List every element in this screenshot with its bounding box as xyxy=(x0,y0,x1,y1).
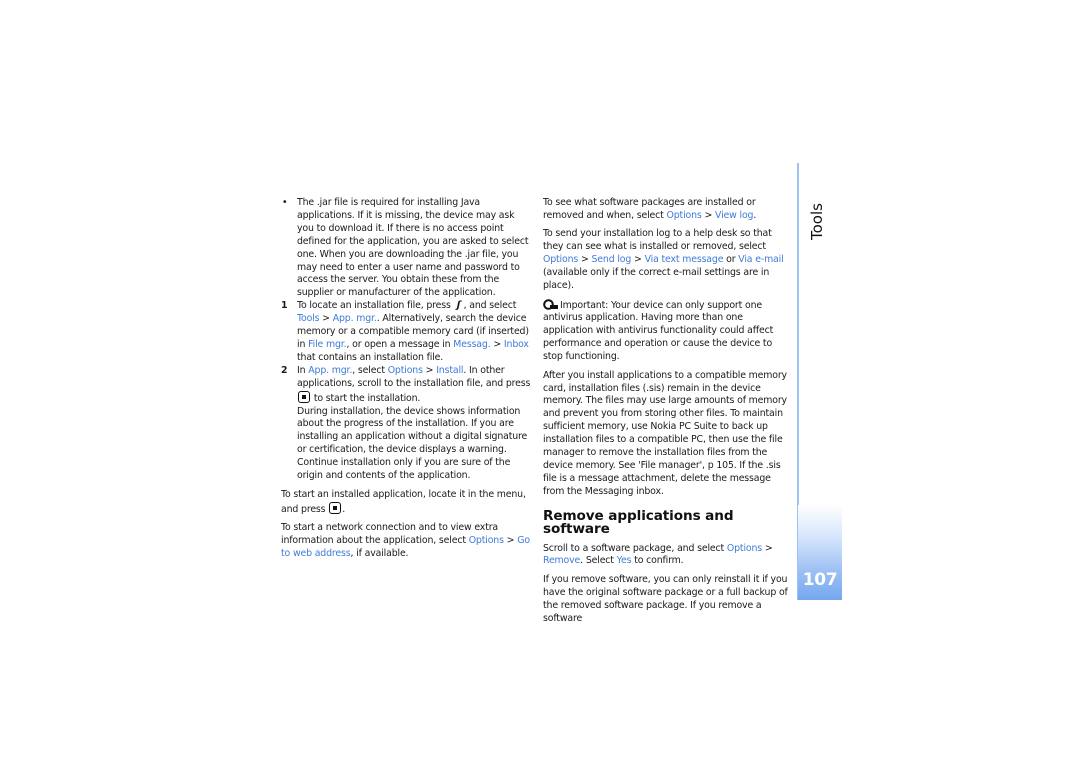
left-column: • The .jar file is required for installi… xyxy=(281,197,531,567)
link-view-log[interactable]: View log xyxy=(715,210,753,221)
scroll-key-icon xyxy=(329,501,342,514)
installation-note: During installation, the device shows in… xyxy=(297,405,528,482)
link-options[interactable]: Options xyxy=(388,365,423,376)
jar-file-note: The .jar file is required for installing… xyxy=(297,197,529,299)
para-memory: After you install applications to a comp… xyxy=(543,369,787,497)
section-heading: Remove applications and software xyxy=(543,507,734,537)
link-tools[interactable]: Tools xyxy=(297,313,319,324)
link-send-log[interactable]: Send log xyxy=(592,254,632,265)
link-options[interactable]: Options xyxy=(469,535,504,546)
instruction-list: • The .jar file is required for installi… xyxy=(281,197,531,483)
step-number: 1 xyxy=(281,300,288,312)
para-remove: Scroll to a software package, and select… xyxy=(543,542,773,567)
link-messag[interactable]: Messag. xyxy=(453,339,490,350)
link-options[interactable]: Options xyxy=(543,254,578,265)
link-app-mgr[interactable]: App. mgr. xyxy=(308,365,352,376)
bullet-icon: • xyxy=(282,197,288,208)
para-send-log: To send your installation log to a help … xyxy=(543,228,784,292)
page-number-tab: 107 xyxy=(798,505,842,600)
link-inbox[interactable]: Inbox xyxy=(504,339,529,350)
link-options[interactable]: Options xyxy=(667,210,702,221)
para-network: To start a network connection and to vie… xyxy=(281,522,530,560)
link-file-mgr[interactable]: File mgr. xyxy=(308,339,347,350)
list-item-step-2: 2 In App. mgr., select Options > Install… xyxy=(281,364,531,482)
important-note: Important: Your device can only support … xyxy=(543,298,774,363)
link-options[interactable]: Options xyxy=(727,543,762,554)
page-number: 107 xyxy=(802,570,838,590)
para-view-log: To see what software packages are instal… xyxy=(543,197,757,221)
link-install[interactable]: Install xyxy=(436,365,463,376)
right-column: To see what software packages are instal… xyxy=(543,197,791,631)
step-number: 2 xyxy=(281,364,288,376)
menu-key-icon: ʃ xyxy=(456,300,461,312)
scroll-key-icon xyxy=(298,390,310,403)
para-reinstall: If you remove software, you can only rei… xyxy=(543,573,788,624)
link-via-email[interactable]: Via e-mail xyxy=(738,254,783,265)
important-icon xyxy=(543,298,558,310)
link-yes[interactable]: Yes xyxy=(617,555,632,566)
list-item-step-1: 1 To locate an installation file, press … xyxy=(281,300,529,363)
link-remove[interactable]: Remove xyxy=(543,555,580,566)
list-item-bullet: • The .jar file is required for installi… xyxy=(281,197,531,300)
para-start-app: To start an installed application, locat… xyxy=(281,488,526,515)
section-title: Tools xyxy=(808,203,826,240)
link-via-text-message[interactable]: Via text message xyxy=(645,254,724,265)
link-app-mgr[interactable]: App. mgr. xyxy=(333,313,377,324)
